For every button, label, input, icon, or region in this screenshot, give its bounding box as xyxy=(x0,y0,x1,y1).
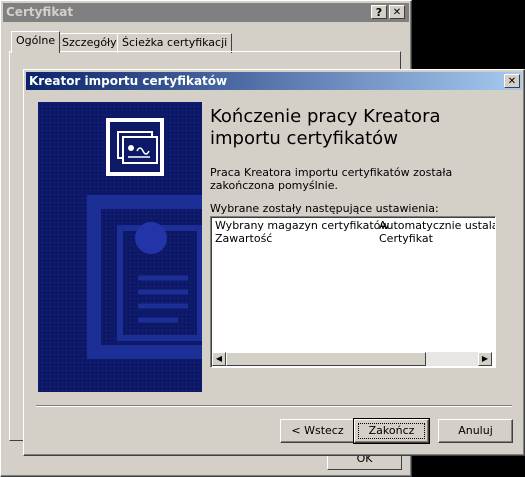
wizard-titlebar[interactable]: Kreator importu certyfikatów ✕ xyxy=(26,72,522,90)
close-button[interactable]: ✕ xyxy=(389,5,405,19)
scroll-left-icon[interactable]: ◀ xyxy=(212,352,226,366)
setting-value: Certyfikat xyxy=(379,232,433,245)
setting-value: Automatycznie ustalane xyxy=(379,219,495,232)
tab-details-label: Szczegóły xyxy=(62,36,117,49)
tab-certification-path-label: Ścieżka certyfikacji xyxy=(122,36,228,49)
settings-label: Wybrane zostały następujące ustawienia: xyxy=(210,202,439,215)
certificate-title: Certyfikat xyxy=(6,5,74,19)
finish-button[interactable]: Zakończ xyxy=(353,418,430,444)
wizard-heading: Kończenie pracy Kreatora importu certyfi… xyxy=(210,106,441,149)
wizard-title: Kreator importu certyfikatów xyxy=(29,74,228,88)
completion-message: Praca Kreatora importu certyfikatów zost… xyxy=(210,166,453,192)
cancel-button[interactable]: Anuluj xyxy=(438,419,513,443)
scroll-thumb[interactable] xyxy=(226,352,426,366)
setting-name: Zawartość xyxy=(215,232,273,245)
scroll-right-icon[interactable]: ▶ xyxy=(478,352,492,366)
tab-general-label: Ogólne xyxy=(16,34,56,47)
certificate-icon xyxy=(106,118,164,176)
wizard-banner-graphic xyxy=(38,102,202,392)
import-wizard-dialog: Kreator importu certyfikatów ✕ Kończenie… xyxy=(23,69,525,456)
wizard-close-button[interactable]: ✕ xyxy=(504,74,520,88)
setting-name: Wybrany magazyn certyfikatów xyxy=(215,219,390,232)
back-button[interactable]: < Wstecz xyxy=(280,419,355,443)
horizontal-scrollbar[interactable]: ◀ ▶ xyxy=(212,352,492,366)
help-button[interactable]: ? xyxy=(371,5,387,19)
settings-list[interactable]: Wybrany magazyn certyfikatów Automatyczn… xyxy=(210,216,496,368)
wizard-side-panel xyxy=(38,102,202,392)
button-separator xyxy=(36,405,512,407)
tab-details[interactable]: Szczegóły xyxy=(57,33,122,53)
tab-certification-path[interactable]: Ścieżka certyfikacji xyxy=(117,33,233,53)
certificate-titlebar[interactable]: Certyfikat ? ✕ xyxy=(3,3,409,22)
tab-general[interactable]: Ogólne xyxy=(11,31,61,53)
